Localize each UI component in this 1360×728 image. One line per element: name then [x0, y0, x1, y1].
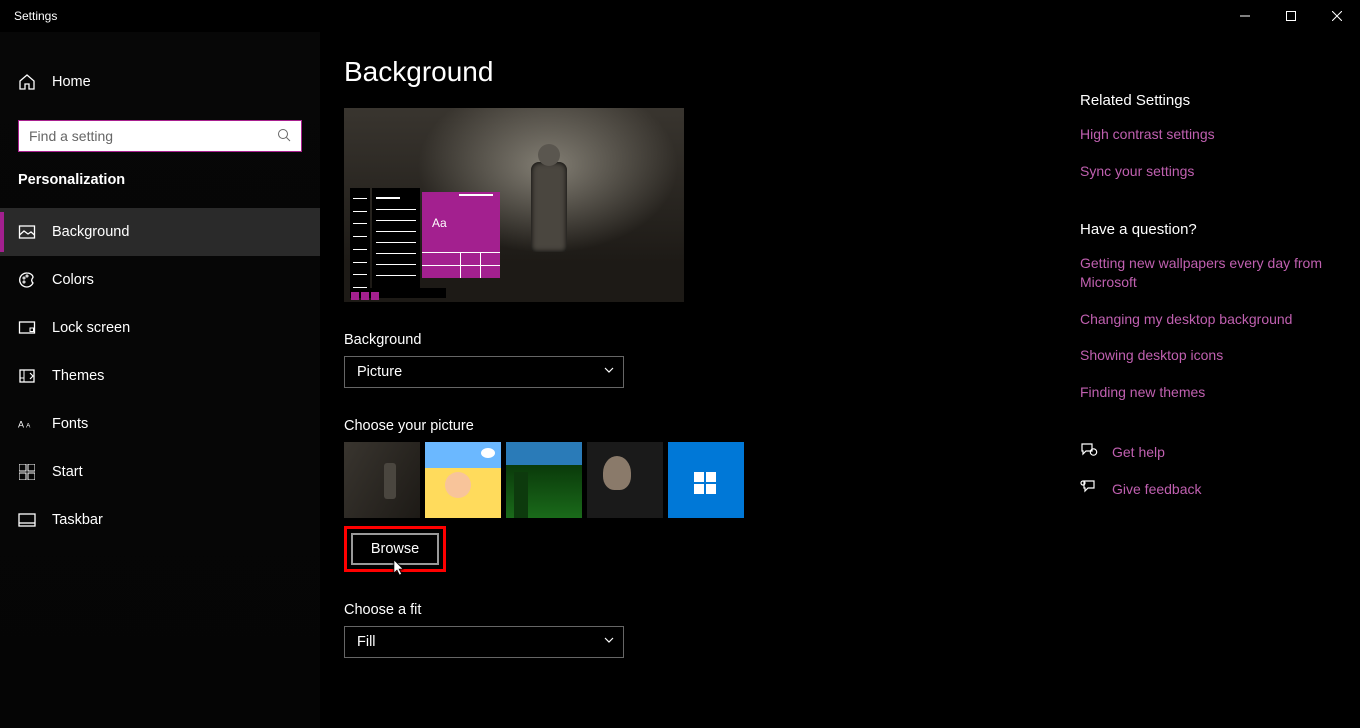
window-controls: [1222, 0, 1360, 32]
background-type-label: Background: [344, 332, 1080, 348]
question-link[interactable]: Changing my desktop background: [1080, 310, 1340, 329]
svg-text:A: A: [26, 423, 31, 430]
feedback-icon: [1080, 479, 1098, 498]
picture-thumbnails: [344, 442, 1080, 518]
question-link[interactable]: Showing desktop icons: [1080, 346, 1340, 365]
taskbar-icon: [18, 511, 36, 529]
sidebar-item-label: Themes: [52, 368, 104, 384]
chevron-down-icon: [603, 364, 615, 380]
sidebar-item-background[interactable]: Background: [0, 208, 320, 256]
home-nav[interactable]: Home: [0, 58, 320, 106]
related-link[interactable]: High contrast settings: [1080, 125, 1340, 144]
background-type-select[interactable]: Picture: [344, 356, 624, 388]
question-heading: Have a question?: [1080, 221, 1340, 238]
window-title: Settings: [14, 9, 57, 23]
sidebar-item-label: Background: [52, 224, 129, 240]
choose-picture-label: Choose your picture: [344, 418, 1080, 434]
sidebar-item-label: Start: [52, 464, 83, 480]
sidebar-item-themes[interactable]: Themes: [0, 352, 320, 400]
fit-select[interactable]: Fill: [344, 626, 624, 658]
picture-thumb[interactable]: [344, 442, 420, 518]
desktop-preview: Aa: [344, 108, 684, 302]
sidebar-item-label: Taskbar: [52, 512, 103, 528]
close-button[interactable]: [1314, 0, 1360, 32]
sidebar-item-lock-screen[interactable]: Lock screen: [0, 304, 320, 352]
give-feedback-link[interactable]: Give feedback: [1080, 479, 1340, 498]
sidebar: Home Find a setting Personalization Back…: [0, 32, 320, 728]
background-type-value: Picture: [357, 364, 402, 380]
sidebar-item-label: Fonts: [52, 416, 88, 432]
get-help-link[interactable]: Get help: [1080, 442, 1340, 461]
palette-icon: [18, 271, 36, 289]
related-link[interactable]: Sync your settings: [1080, 162, 1340, 181]
help-icon: [1080, 442, 1098, 461]
home-icon: [18, 73, 36, 91]
question-link[interactable]: Finding new themes: [1080, 383, 1340, 402]
choose-fit-label: Choose a fit: [344, 602, 1080, 618]
sidebar-item-colors[interactable]: Colors: [0, 256, 320, 304]
cursor-icon: [393, 559, 405, 577]
picture-thumb[interactable]: [668, 442, 744, 518]
picture-thumb[interactable]: [587, 442, 663, 518]
maximize-button[interactable]: [1268, 0, 1314, 32]
fonts-icon: AA: [18, 415, 36, 433]
search-input[interactable]: Find a setting: [18, 120, 302, 152]
minimize-button[interactable]: [1222, 0, 1268, 32]
themes-icon: [18, 367, 36, 385]
sidebar-item-start[interactable]: Start: [0, 448, 320, 496]
sidebar-item-fonts[interactable]: AA Fonts: [0, 400, 320, 448]
question-link[interactable]: Getting new wallpapers every day from Mi…: [1080, 254, 1340, 292]
home-label: Home: [52, 74, 91, 90]
search-icon: [277, 128, 291, 145]
picture-thumb[interactable]: [425, 442, 501, 518]
svg-text:A: A: [18, 420, 24, 430]
fit-value: Fill: [357, 634, 376, 650]
search-placeholder: Find a setting: [29, 128, 277, 144]
lockscreen-icon: [18, 319, 36, 337]
preview-sample-text: Aa: [432, 216, 447, 230]
image-icon: [18, 223, 36, 241]
page-title: Background: [344, 56, 1080, 88]
browse-highlight: Browse: [344, 526, 446, 572]
picture-thumb[interactable]: [506, 442, 582, 518]
sidebar-item-label: Lock screen: [52, 320, 130, 336]
chevron-down-icon: [603, 634, 615, 650]
titlebar: Settings: [0, 0, 1360, 32]
category-label: Personalization: [0, 170, 320, 194]
related-heading: Related Settings: [1080, 92, 1340, 109]
start-icon: [18, 463, 36, 481]
sidebar-item-taskbar[interactable]: Taskbar: [0, 496, 320, 544]
sidebar-item-label: Colors: [52, 272, 94, 288]
